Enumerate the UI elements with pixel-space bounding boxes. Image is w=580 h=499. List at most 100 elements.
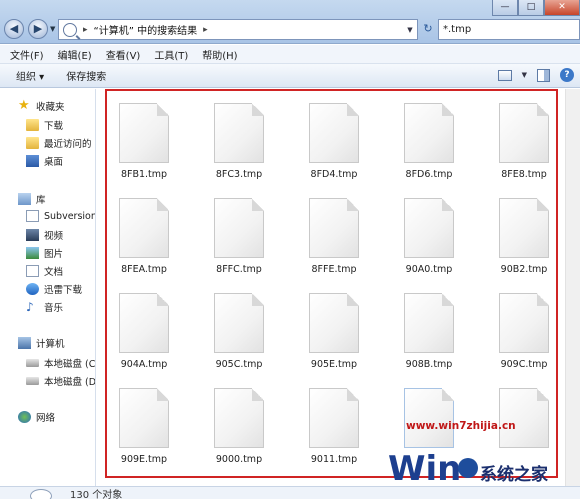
preview-pane-icon[interactable] (537, 68, 550, 82)
status-bar: 130 个对象 (0, 486, 580, 499)
nav-favorites[interactable]: ★ 收藏夹 (18, 99, 65, 113)
file-name: 8FC3.tmp (215, 169, 263, 180)
nav-item-downloads[interactable]: 下载 (26, 118, 63, 132)
search-icon (63, 22, 77, 37)
file-item[interactable]: 908B.tmp (384, 283, 464, 375)
nav-label: 库 (36, 195, 46, 206)
nav-item-subversion[interactable]: Subversion (26, 210, 96, 222)
nav-label: 收藏夹 (36, 102, 65, 113)
save-search-button[interactable]: 保存搜索 (66, 68, 106, 83)
nav-computer[interactable]: 计算机 (18, 336, 65, 350)
nav-libraries[interactable]: 库 (18, 192, 46, 206)
nav-label: Subversion (44, 210, 96, 222)
nav-item-thunder[interactable]: 迅雷下载 (26, 282, 82, 296)
menu-file[interactable]: 文件(F) (10, 47, 44, 62)
file-item[interactable]: 8FFC.tmp (194, 188, 274, 280)
search-input[interactable]: *.tmp (438, 19, 580, 40)
music-icon: ♪ (26, 300, 34, 314)
file-name: 905E.tmp (310, 359, 358, 370)
maximize-button[interactable]: □ (518, 0, 544, 16)
file-name: 9000.tmp (215, 454, 263, 465)
chevron-down-icon[interactable]: ▼ (403, 26, 417, 34)
file-item[interactable]: 90B2.tmp (479, 188, 559, 280)
file-item[interactable]: 8FEA.tmp (99, 188, 179, 280)
picture-icon (26, 247, 39, 259)
file-name: 908B.tmp (405, 359, 453, 370)
file-name: 8FFE.tmp (311, 264, 357, 275)
nav-label: 下载 (44, 121, 64, 132)
file-item[interactable]: 8FE8.tmp (479, 93, 559, 185)
file-name: 8FB1.tmp (120, 169, 168, 180)
file-item[interactable]: 905E.tmp (289, 283, 369, 375)
nav-item-disk-c[interactable]: 本地磁盘 (C (26, 356, 95, 370)
nav-item-desktop[interactable]: 桌面 (26, 154, 63, 168)
file-item[interactable]: 9000.tmp (194, 378, 274, 470)
breadcrumb-separator-icon: ▸ (203, 24, 208, 35)
document-icon (26, 265, 39, 277)
file-item[interactable]: 8FD4.tmp (289, 93, 369, 185)
object-count: 130 个对象 (70, 490, 123, 499)
close-button[interactable]: ✕ (544, 0, 580, 16)
nav-label: 视频 (44, 231, 64, 242)
command-bar: 组织 ▾ 保存搜索 ▼ ? (0, 64, 580, 88)
recent-places-icon (26, 137, 39, 149)
back-button[interactable]: ◀ (4, 19, 24, 39)
nav-item-music[interactable]: ♪ 音乐 (26, 300, 63, 314)
nav-label: 网络 (36, 413, 56, 424)
history-dropdown[interactable]: ▼ (50, 25, 55, 33)
help-icon[interactable]: ? (560, 68, 574, 82)
file-item[interactable]: 8FD6.tmp (384, 93, 464, 185)
nav-item-pictures[interactable]: 图片 (26, 246, 63, 260)
nav-label: 迅雷下载 (44, 285, 83, 296)
file-item[interactable]: 904A.tmp (99, 283, 179, 375)
file-name: 90B2.tmp (500, 264, 548, 275)
nav-item-recent[interactable]: 最近访问的 (26, 136, 92, 150)
nav-item-videos[interactable]: 视频 (26, 228, 63, 242)
file-item[interactable]: 8FB1.tmp (99, 93, 179, 185)
change-view-icon[interactable] (497, 69, 512, 81)
file-name: 8FFC.tmp (216, 264, 262, 275)
menu-view[interactable]: 查看(V) (106, 47, 141, 62)
hard-disk-icon (26, 377, 39, 385)
file-name: 8FEA.tmp (121, 264, 167, 275)
file-item[interactable]: 909C.tmp (479, 283, 559, 375)
forward-button[interactable]: ▶ (28, 19, 48, 39)
watermark: www.win7zhijia.cn Win 系统之家 (386, 420, 580, 486)
refresh-icon[interactable]: ↻ (420, 19, 436, 40)
window-controls: — □ ✕ (492, 0, 580, 16)
file-name: 909C.tmp (500, 359, 548, 370)
organize-button[interactable]: 组织 ▾ (16, 68, 44, 83)
file-name: 905C.tmp (215, 359, 263, 370)
network-icon (18, 411, 31, 423)
menu-help[interactable]: 帮助(H) (202, 47, 237, 62)
chevron-down-icon[interactable]: ▼ (522, 71, 527, 79)
file-name: 9011.tmp (310, 454, 358, 465)
menu-tools[interactable]: 工具(T) (154, 47, 188, 62)
desktop-icon (26, 155, 39, 167)
menu-edit[interactable]: 编辑(E) (58, 47, 92, 62)
address-bar[interactable]: ▸ “计算机” 中的搜索结果 ▸ ▼ (58, 19, 418, 40)
nav-label: 计算机 (36, 339, 65, 350)
computer-icon (18, 337, 31, 349)
library-icon (26, 210, 39, 222)
file-name: 904A.tmp (120, 359, 168, 370)
file-item[interactable]: 909E.tmp (99, 378, 179, 470)
file-item[interactable]: 90A0.tmp (384, 188, 464, 280)
breadcrumb-separator-icon: ▸ (83, 24, 88, 35)
file-name: 909E.tmp (120, 454, 168, 465)
brand-badge-icon (458, 458, 478, 478)
file-item[interactable]: 9011.tmp (289, 378, 369, 470)
menu-bar: 文件(F) 编辑(E) 查看(V) 工具(T) 帮助(H) (0, 45, 580, 64)
navigation-pane: ★ 收藏夹 下载 最近访问的 桌面 库 Subversion 视频 图片 文档 … (0, 89, 96, 486)
nav-item-documents[interactable]: 文档 (26, 264, 63, 278)
folder-icon (26, 119, 39, 131)
file-item[interactable]: 8FC3.tmp (194, 93, 274, 185)
file-item[interactable]: 905C.tmp (194, 283, 274, 375)
nav-network[interactable]: 网络 (18, 410, 55, 424)
nav-label: 本地磁盘 (D (44, 377, 96, 388)
breadcrumb[interactable]: “计算机” 中的搜索结果 (94, 22, 198, 37)
video-icon (26, 229, 39, 241)
minimize-button[interactable]: — (492, 0, 518, 16)
nav-item-disk-d[interactable]: 本地磁盘 (D (26, 374, 96, 388)
file-item[interactable]: 8FFE.tmp (289, 188, 369, 280)
